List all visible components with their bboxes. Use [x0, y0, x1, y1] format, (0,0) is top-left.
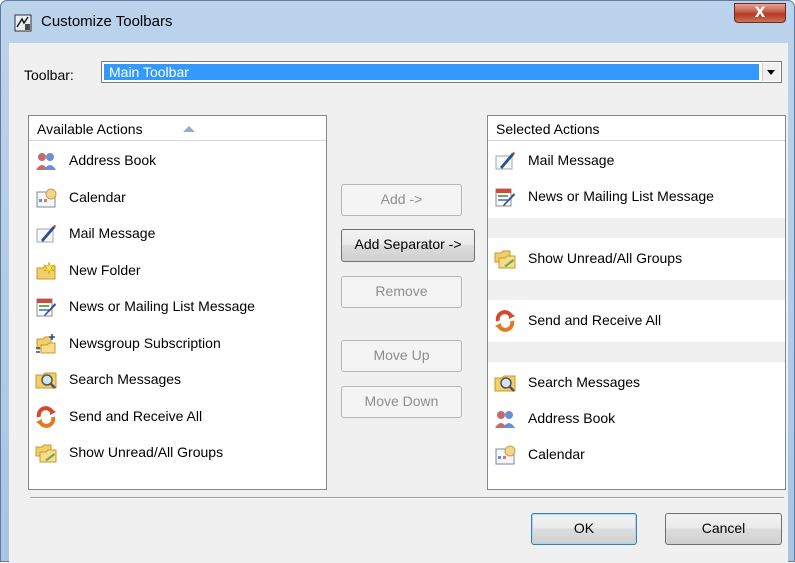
- move-up-button-label: Move Up: [373, 347, 430, 363]
- add-button[interactable]: Add ->: [341, 184, 462, 216]
- chevron-down-icon[interactable]: [762, 63, 780, 81]
- selected-item-label: Mail Message: [528, 152, 615, 168]
- available-item-label: Search Messages: [69, 371, 182, 387]
- move-up-button[interactable]: Move Up: [341, 340, 462, 372]
- selected-item[interactable]: Address Book: [488, 400, 785, 436]
- toolbar-label: Toolbar:: [24, 67, 74, 83]
- title-bar[interactable]: Customize Toolbars X: [1, 1, 794, 43]
- mail-message-icon: [35, 223, 57, 245]
- selected-item-label: Show Unread/All Groups: [528, 250, 683, 266]
- available-item[interactable]: Calendar: [29, 179, 326, 215]
- show-unread-icon: [35, 442, 57, 464]
- address-book-icon: [35, 150, 57, 172]
- separator-row[interactable]: [488, 218, 785, 238]
- add-separator-button-label: Add Separator ->: [354, 236, 462, 252]
- available-item-label: Address Book: [69, 152, 157, 168]
- selected-item-label: Send and Receive All: [528, 312, 662, 328]
- separator-row[interactable]: [488, 280, 785, 300]
- mail-message-icon: [494, 150, 516, 172]
- show-unread-icon: [494, 248, 516, 270]
- news-message-icon: [494, 186, 516, 208]
- selected-item[interactable]: News or Mailing List Message: [488, 178, 785, 214]
- toolbar-dropdown-value: Main Toolbar: [104, 64, 759, 80]
- selected-item-label: Address Book: [528, 410, 616, 426]
- calendar-icon: [35, 187, 57, 209]
- new-folder-icon: [35, 260, 57, 282]
- window-title: Customize Toolbars: [41, 13, 173, 30]
- available-item[interactable]: News or Mailing List Message: [29, 288, 326, 324]
- cancel-button[interactable]: Cancel: [665, 513, 782, 545]
- available-item-label: Mail Message: [69, 225, 156, 241]
- selected-item-label: Calendar: [528, 446, 585, 462]
- available-actions-header[interactable]: Available Actions: [29, 116, 326, 141]
- separator-row[interactable]: [488, 342, 785, 362]
- available-actions-header-label: Available Actions: [37, 121, 143, 137]
- selected-item-label: Search Messages: [528, 374, 641, 390]
- available-item[interactable]: Address Book: [29, 142, 326, 178]
- selected-actions-header[interactable]: Selected Actions: [488, 116, 785, 141]
- available-item[interactable]: Newsgroup Subscription: [29, 325, 326, 361]
- divider: [30, 497, 784, 499]
- available-item-label: Calendar: [69, 188, 126, 205]
- available-item-label: Send and Receive All: [69, 407, 203, 424]
- available-item[interactable]: New Folder: [29, 252, 326, 288]
- available-item-label: Newsgroup Subscription: [69, 334, 221, 351]
- toolbar-dropdown[interactable]: Main Toolbar: [101, 61, 782, 83]
- selected-item[interactable]: Send and Receive All: [488, 302, 785, 338]
- add-button-label: Add ->: [380, 191, 423, 207]
- available-actions-list[interactable]: Available Actions Address Book Calendar Ma…: [28, 115, 327, 490]
- add-separator-button[interactable]: Add Separator ->: [341, 229, 475, 262]
- available-item-label: Show Unread/All Groups: [69, 444, 224, 460]
- newsgroup-subscription-icon: [35, 333, 57, 355]
- search-messages-icon: [494, 372, 516, 394]
- customize-toolbars-app-icon: [14, 14, 32, 32]
- calendar-icon: [494, 444, 516, 466]
- ok-button[interactable]: OK: [531, 513, 637, 545]
- available-item[interactable]: Send and Receive All: [29, 398, 326, 434]
- address-book-icon: [494, 408, 516, 430]
- available-item-label: News or Mailing List Message: [69, 298, 255, 314]
- selected-actions-list[interactable]: Selected Actions Mail Message News or Mai…: [487, 115, 786, 490]
- selected-item[interactable]: Calendar: [488, 436, 785, 472]
- remove-button-label: Remove: [375, 283, 428, 299]
- remove-button[interactable]: Remove: [341, 276, 462, 308]
- selected-item-label: News or Mailing List Message: [528, 188, 714, 204]
- search-messages-icon: [35, 369, 57, 391]
- ok-button-label: OK: [573, 520, 595, 536]
- available-item-label: New Folder: [69, 261, 141, 278]
- available-item[interactable]: Search Messages: [29, 361, 326, 397]
- close-icon: X: [754, 5, 766, 21]
- selected-actions-header-label: Selected Actions: [496, 121, 600, 137]
- selected-item[interactable]: Search Messages: [488, 364, 785, 400]
- news-message-icon: [35, 296, 57, 318]
- send-receive-icon: [35, 405, 57, 428]
- close-button[interactable]: X: [734, 3, 786, 23]
- available-item[interactable]: Show Unread/All Groups: [29, 434, 326, 470]
- move-down-button[interactable]: Move Down: [341, 386, 462, 418]
- selected-item[interactable]: Mail Message: [488, 142, 785, 178]
- available-item[interactable]: Mail Message: [29, 215, 326, 251]
- send-receive-icon: [494, 310, 516, 332]
- selected-item[interactable]: Show Unread/All Groups: [488, 240, 785, 276]
- sort-ascending-icon: [183, 126, 195, 132]
- cancel-button-label: Cancel: [701, 520, 746, 536]
- move-down-button-label: Move Down: [364, 393, 439, 409]
